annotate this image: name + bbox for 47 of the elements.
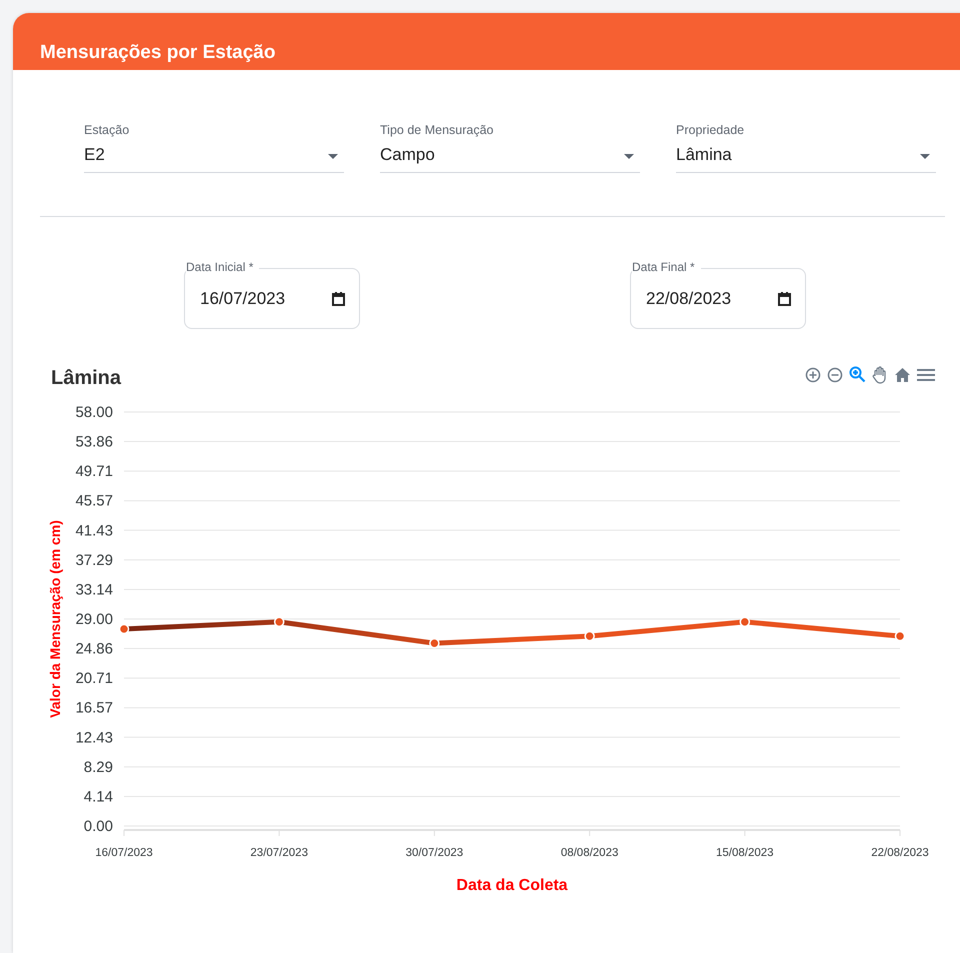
data-point[interactable] [740, 616, 750, 628]
axis-tick-label: 45.57 [75, 492, 113, 510]
data-point[interactable] [429, 638, 440, 649]
select-field[interactable]: Propriedade Lâmina [676, 123, 936, 173]
hand-icon[interactable] [872, 366, 888, 384]
select-field[interactable]: Tipo de Mensuração Campo [380, 123, 640, 173]
caret-icon [624, 154, 634, 159]
data-point[interactable] [894, 630, 906, 642]
calendar-icon[interactable] [332, 292, 345, 306]
axis-tick-label: 16.57 [75, 700, 113, 717]
menu-icon[interactable] [917, 368, 935, 382]
caret-icon [328, 154, 338, 159]
axis-tick-label: 41.43 [75, 522, 113, 540]
axis-tick-label: 30/07/2023 [406, 847, 464, 859]
axis-tick-label: 49.71 [75, 463, 113, 480]
axis-tick-label: 16/07/2023 [95, 847, 153, 859]
axis-tick-label: 33.14 [75, 581, 113, 598]
axis-tick-label: 37.29 [75, 552, 113, 569]
axis-tick-label: 15/08/2023 [716, 847, 774, 859]
chart-title: Lâmina [51, 367, 122, 390]
axis-tick-label: 12.43 [75, 729, 113, 746]
field-label: Data Inicial * [186, 259, 260, 275]
axis-tick-label: 4.14 [84, 788, 113, 806]
axis-tick-label: 53.86 [75, 434, 113, 451]
data-point[interactable] [118, 624, 130, 634]
x-axis-title: Data da Coleta [456, 877, 568, 894]
axis-tick-label: 0.00 [84, 818, 113, 835]
axis-tick-label: 22/08/2023 [871, 847, 929, 859]
axis-tick-label: 58.00 [75, 404, 113, 421]
axis-tick-label: 23/07/2023 [250, 847, 308, 859]
y-axis-title: Valor da Mensuração (em cm) [47, 520, 63, 718]
axis-tick-label: 8.29 [84, 758, 113, 776]
axis-tick-label: 08/08/2023 [560, 847, 618, 859]
data-point[interactable] [584, 630, 595, 642]
field-label: Data Final * [632, 259, 701, 275]
axis-tick-label: 20.71 [75, 670, 113, 688]
axis-tick-label: 24.86 [75, 640, 113, 658]
axis-tick-label: 29.00 [75, 611, 113, 628]
zoom-in-icon[interactable] [805, 366, 821, 382]
select-field[interactable]: Estação E2 [84, 123, 344, 173]
zoom-out-icon[interactable] [827, 366, 843, 382]
card-title: Mensurações por Estação [40, 42, 276, 64]
caret-icon [920, 154, 930, 159]
home-icon[interactable] [894, 366, 911, 382]
zoom-icon[interactable] [849, 366, 866, 383]
data-point[interactable] [274, 616, 284, 628]
calendar-icon[interactable] [778, 292, 791, 306]
